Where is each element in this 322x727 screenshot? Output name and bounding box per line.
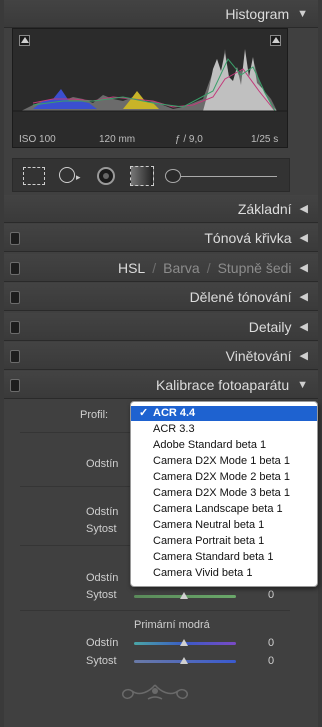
dropdown-option[interactable]: Camera Neutral beta 1 [131, 518, 317, 533]
dropdown-option[interactable]: Camera D2X Mode 2 beta 1 [131, 470, 317, 485]
panel-switch-icon[interactable] [10, 232, 20, 245]
section-basic[interactable]: Základní ◀ [4, 195, 318, 223]
collapse-triangle-icon: ◀ [299, 291, 308, 303]
tab-color[interactable]: Barva [163, 260, 200, 276]
dropdown-option[interactable]: Camera D2X Mode 3 beta 1 [131, 486, 317, 501]
section-vignette[interactable]: Vinětování ◀ [4, 342, 318, 370]
collapse-triangle-icon: ◀ [299, 262, 308, 274]
saturation-value[interactable]: 0 [268, 589, 274, 601]
section-split-toning-label: Dělené tónování [189, 288, 292, 305]
blue-saturation-label: Sytost [86, 655, 117, 667]
saturation-label: Sytost [86, 589, 117, 601]
collapse-triangle-icon: ◀ [299, 350, 308, 362]
section-camera-calibration-label: Kalibrace fotoaparátu [156, 376, 290, 393]
section-split-toning[interactable]: Dělené tónování ◀ [4, 283, 318, 311]
separator: / [206, 259, 211, 276]
histogram-curves [13, 49, 287, 112]
section-tone-curve[interactable]: Tónová křivka ◀ [4, 224, 318, 252]
blue-saturation-value[interactable]: 0 [268, 655, 274, 667]
dropdown-option-selected[interactable]: ✓ ACR 4.4 [131, 406, 317, 421]
focal-length-readout: 120 mm [99, 134, 136, 145]
blue-primary-title: Primární modrá [134, 619, 210, 631]
tab-grayscale[interactable]: Stupně šedi [218, 260, 292, 276]
panel-switch-icon[interactable] [10, 379, 20, 392]
slider-thumb[interactable] [180, 592, 188, 599]
expand-triangle-icon: ▼ [297, 378, 308, 391]
section-hsl[interactable]: HSL / Barva / Stupně šedi ◀ [4, 254, 318, 282]
red-eye-icon[interactable] [97, 167, 115, 185]
adjustment-brush-icon[interactable] [165, 169, 181, 183]
section-tone-curve-label: Tónová křivka [204, 229, 292, 246]
blue-hue-value[interactable]: 0 [268, 637, 274, 649]
checkmark-icon: ✓ [139, 407, 149, 419]
panel-switch-icon[interactable] [10, 291, 20, 304]
hue-label: Odstín [86, 458, 119, 470]
divider [20, 610, 290, 611]
dropdown-option[interactable]: Camera Landscape beta 1 [131, 502, 317, 517]
panel-switch-icon[interactable] [10, 321, 20, 334]
dropdown-option[interactable]: ACR 3.3 [131, 422, 317, 437]
histogram-title: Histogram [225, 5, 290, 22]
brush-slider-line [181, 176, 277, 177]
saturation-label: Sytost [86, 523, 117, 535]
arrow-right-icon: ▸ [76, 172, 81, 182]
hue-label: Odstín [86, 506, 119, 518]
profile-label: Profil: [80, 409, 109, 421]
dropdown-option[interactable]: Camera Standard beta 1 [131, 550, 317, 565]
panel-switch-icon[interactable] [10, 350, 20, 363]
collapse-triangle-icon: ◀ [299, 203, 308, 215]
crop-tool-icon[interactable] [23, 167, 45, 185]
collapse-triangle-icon: ◀ [299, 321, 308, 333]
dropdown-option[interactable]: Adobe Standard beta 1 [131, 438, 317, 453]
tool-strip: ▸ [12, 158, 290, 192]
panel-end-ornament-icon [121, 684, 189, 700]
dropdown-option[interactable]: Camera Portrait beta 1 [131, 534, 317, 549]
histogram-header[interactable]: Histogram ▼ [4, 0, 318, 28]
hue-label: Odstín [86, 572, 119, 584]
panel-switch-icon[interactable] [10, 262, 20, 275]
dropdown-option[interactable]: Camera Vivid beta 1 [131, 566, 317, 581]
tab-hsl[interactable]: HSL [118, 260, 145, 276]
graduated-filter-icon[interactable] [130, 166, 154, 186]
section-detail[interactable]: Detaily ◀ [4, 313, 318, 341]
collapse-triangle-icon: ▼ [297, 7, 308, 20]
separator: / [152, 259, 157, 276]
section-basic-label: Základní [237, 200, 292, 217]
section-detail-label: Detaily [248, 318, 292, 335]
shutter-readout: 1/25 s [251, 134, 279, 145]
section-vignette-label: Vinětování [225, 347, 292, 364]
aperture-readout: ƒ / 9,0 [175, 134, 203, 145]
dropdown-option[interactable]: Camera D2X Mode 1 beta 1 [131, 454, 317, 469]
blue-hue-label: Odstín [86, 637, 119, 649]
section-camera-calibration[interactable]: Kalibrace fotoaparátu ▼ [4, 371, 318, 399]
iso-readout: ISO 100 [19, 134, 56, 145]
histogram-graph[interactable]: ISO 100 120 mm ƒ / 9,0 1/25 s [12, 28, 288, 148]
profile-dropdown-menu[interactable]: ✓ ACR 4.4 ACR 3.3 Adobe Standard beta 1 … [130, 401, 318, 587]
slider-thumb[interactable] [180, 657, 188, 664]
spot-removal-icon[interactable] [59, 167, 75, 183]
collapse-triangle-icon: ◀ [299, 232, 308, 244]
slider-thumb[interactable] [180, 639, 188, 646]
